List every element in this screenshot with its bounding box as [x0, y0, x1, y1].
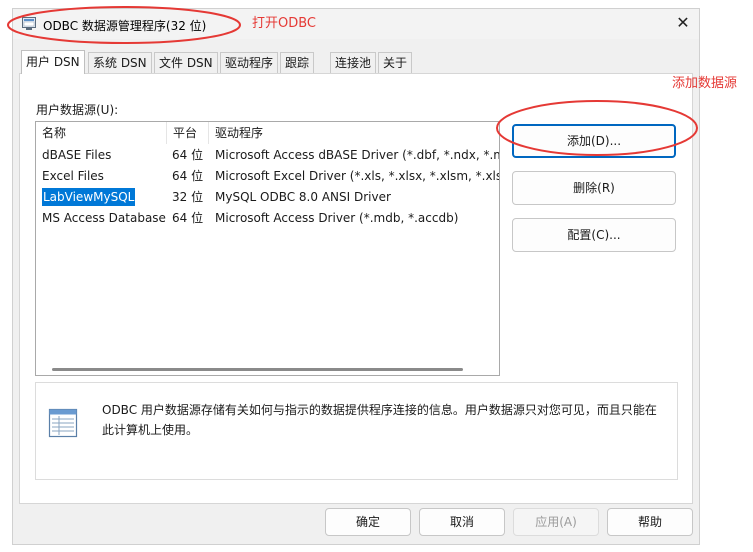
row-driver: Microsoft Access dBASE Driver (*.dbf, *.…: [215, 148, 499, 162]
list-header: 名称 平台 驱动程序: [36, 122, 499, 144]
remove-button[interactable]: 删除(R): [512, 171, 676, 205]
configure-button[interactable]: 配置(C)...: [512, 218, 676, 252]
tab-system-dsn[interactable]: 系统 DSN: [88, 52, 152, 73]
row-name: dBASE Files: [42, 148, 112, 162]
list-row-selected[interactable]: LabViewMySQL 32 位 MySQL ODBC 8.0 ANSI Dr…: [36, 187, 499, 208]
column-header-platform[interactable]: 平台: [167, 122, 209, 144]
info-description: ODBC 用户数据源存储有关如何与指示的数据提供程序连接的信息。用户数据源只对您…: [102, 403, 657, 437]
list-row[interactable]: Excel Files 64 位 Microsoft Excel Driver …: [36, 166, 499, 187]
row-name: LabViewMySQL: [42, 188, 136, 206]
row-name: Excel Files: [42, 169, 104, 183]
user-data-sources-label: 用户数据源(U):: [36, 103, 119, 117]
row-platform: 64 位: [172, 211, 204, 225]
odbc-app-icon: [22, 17, 36, 30]
add-button[interactable]: 添加(D)...: [512, 124, 676, 158]
row-name: MS Access Database: [42, 211, 166, 225]
row-platform: 32 位: [172, 190, 204, 204]
tab-file-dsn[interactable]: 文件 DSN: [154, 52, 218, 73]
tab-about[interactable]: 关于: [378, 52, 413, 73]
user-dsn-list[interactable]: 名称 平台 驱动程序 dBASE Files 64 位 Microsoft Ac…: [35, 121, 500, 376]
odbc-admin-window: ODBC 数据源管理程序(32 位) ✕ 用户 DSN 系统 DSN 文件 DS…: [12, 8, 700, 545]
column-header-driver[interactable]: 驱动程序: [209, 122, 499, 144]
row-platform: 64 位: [172, 169, 204, 183]
close-button[interactable]: ✕: [671, 12, 695, 34]
tab-user-dsn[interactable]: 用户 DSN: [21, 50, 85, 74]
info-box: ODBC 用户数据源存储有关如何与指示的数据提供程序连接的信息。用户数据源只对您…: [35, 382, 678, 480]
list-row[interactable]: dBASE Files 64 位 Microsoft Access dBASE …: [36, 145, 499, 166]
cancel-button[interactable]: 取消: [419, 508, 505, 536]
datasource-info-icon: [48, 408, 78, 438]
close-icon: ✕: [676, 13, 690, 32]
horizontal-scrollbar[interactable]: [36, 359, 499, 375]
row-driver: Microsoft Access Driver (*.mdb, *.accdb): [215, 211, 459, 225]
row-driver: MySQL ODBC 8.0 ANSI Driver: [215, 190, 391, 204]
apply-button[interactable]: 应用(A): [513, 508, 599, 536]
ok-button[interactable]: 确定: [325, 508, 411, 536]
row-driver: Microsoft Excel Driver (*.xls, *.xlsx, *…: [215, 169, 499, 183]
row-platform: 64 位: [172, 148, 204, 162]
help-button[interactable]: 帮助: [607, 508, 693, 536]
tab-drivers[interactable]: 驱动程序: [220, 52, 279, 73]
title-bar: ODBC 数据源管理程序(32 位) ✕: [13, 9, 699, 39]
annotation-open-odbc: 打开ODBC: [252, 16, 317, 31]
annotation-add-datasource: 添加数据源: [672, 76, 738, 91]
user-dsn-panel: 用户数据源(U): 名称 平台 驱动程序 dBASE Files 64 位 Mi…: [19, 73, 693, 504]
tab-tracing[interactable]: 跟踪: [280, 52, 315, 73]
list-row[interactable]: MS Access Database 64 位 Microsoft Access…: [36, 208, 499, 229]
tab-connection-pooling[interactable]: 连接池: [330, 52, 377, 73]
window-title: ODBC 数据源管理程序(32 位): [43, 19, 207, 33]
column-header-name[interactable]: 名称: [36, 122, 167, 144]
scrollbar-thumb[interactable]: [52, 368, 463, 371]
